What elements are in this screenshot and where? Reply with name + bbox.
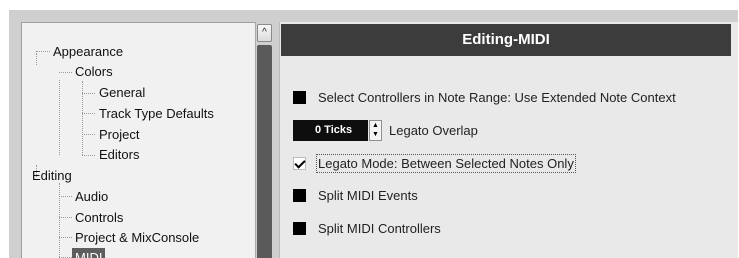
tree-item-audio[interactable]: Audio	[72, 187, 111, 206]
spin-down-icon[interactable]: ▼	[370, 130, 381, 139]
split-midi-events-label: Split MIDI Events	[318, 188, 418, 203]
split-midi-events-checkbox[interactable]	[293, 189, 306, 203]
tree-item-track-type-defaults[interactable]: Track Type Defaults	[96, 104, 217, 123]
preferences-tree: Appearance Colors General Track Type Def…	[21, 22, 257, 258]
legato-overlap-label: Legato Overlap	[389, 123, 478, 138]
split-midi-controllers-option[interactable]: Split MIDI Controllers	[293, 219, 441, 239]
settings-panel: Editing-MIDI Select Controllers in Note …	[279, 22, 738, 258]
legato-mode-label: Legato Mode: Between Selected Notes Only	[316, 154, 576, 173]
split-midi-controllers-checkbox[interactable]	[293, 222, 306, 236]
tree-line	[59, 196, 72, 197]
select-controllers-option[interactable]: Select Controllers in Note Range: Use Ex…	[293, 88, 676, 108]
tree-item-colors[interactable]: Colors	[72, 62, 116, 81]
legato-overlap-field[interactable]: 0 Ticks	[293, 120, 368, 141]
tree-item-project[interactable]: Project	[96, 125, 142, 144]
tree-item-editing[interactable]: Editing	[29, 166, 75, 185]
tree-line	[82, 93, 95, 94]
chevron-up-icon: ^	[262, 27, 267, 38]
tree-item-general[interactable]: General	[96, 83, 148, 102]
spin-up-icon[interactable]: ▲	[370, 121, 381, 130]
tree-item-editors[interactable]: Editors	[96, 145, 142, 164]
tree-line	[59, 183, 60, 257]
preferences-window: Appearance Colors General Track Type Def…	[9, 10, 738, 258]
tree-item-appearance[interactable]: Appearance	[50, 42, 126, 61]
tree-scrollbar[interactable]: ^	[255, 22, 274, 258]
tree-line	[82, 113, 95, 114]
tree-line	[82, 155, 95, 156]
tree-line	[59, 237, 72, 238]
tree-line	[59, 72, 72, 73]
scroll-up-button[interactable]: ^	[257, 24, 272, 42]
tree-item-midi[interactable]: MIDI	[72, 248, 106, 258]
tree-line	[36, 53, 37, 65]
select-controllers-label: Select Controllers in Note Range: Use Ex…	[318, 90, 676, 105]
split-midi-controllers-label: Split MIDI Controllers	[318, 221, 441, 236]
split-midi-events-option[interactable]: Split MIDI Events	[293, 186, 418, 206]
scroll-thumb[interactable]	[257, 45, 272, 258]
tree-line	[59, 217, 72, 218]
tree-line	[59, 80, 60, 155]
page-title: Editing-MIDI	[281, 24, 731, 56]
tree-item-controls[interactable]: Controls	[72, 208, 126, 227]
tree-line	[36, 51, 50, 52]
select-controllers-checkbox[interactable]	[293, 91, 306, 105]
tree-item-project-mixconsole[interactable]: Project & MixConsole	[72, 228, 202, 247]
tree-line	[82, 134, 95, 135]
legato-overlap-spinner[interactable]: ▲ ▼	[369, 120, 382, 141]
check-icon[interactable]	[293, 157, 306, 171]
legato-mode-option[interactable]: Legato Mode: Between Selected Notes Only	[293, 154, 576, 174]
